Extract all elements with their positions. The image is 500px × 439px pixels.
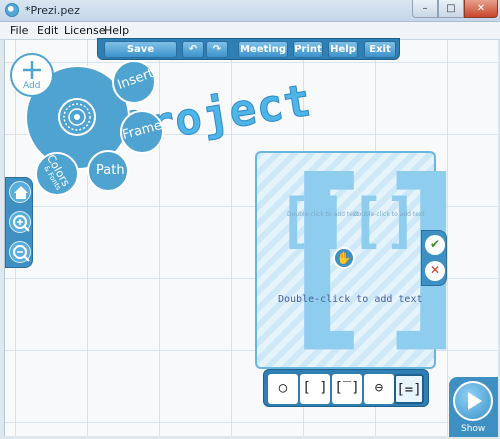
save-button[interactable]: Save xyxy=(104,41,177,58)
colors-bubble[interactable]: Colors & Fonts xyxy=(35,152,79,196)
undo-button[interactable]: ↶ xyxy=(182,41,204,58)
frame-hidden-option[interactable]: ⊖ xyxy=(364,374,394,404)
frame-bubble[interactable]: Frame xyxy=(120,110,164,154)
redo-button[interactable]: ↷ xyxy=(206,41,228,58)
zoom-in-button[interactable] xyxy=(9,211,31,233)
frame-type-selector: ○ [ ] [‾] ⊖ [=] xyxy=(263,369,429,407)
placeholder-text-left[interactable]: Double-click to add text xyxy=(287,211,359,218)
frame-titled-bracket-option[interactable]: [‾] xyxy=(332,374,362,404)
zoom-nav xyxy=(5,177,33,268)
confirm-ok-button[interactable]: ✔ xyxy=(425,235,445,255)
path-label: Path xyxy=(96,163,125,178)
insert-label: Insert xyxy=(115,66,156,93)
confirm-cancel-button[interactable]: ✕ xyxy=(425,261,445,281)
hand-icon: ✋ xyxy=(336,251,352,265)
confirm-panel: ✔ ✕ xyxy=(421,230,447,286)
home-icon xyxy=(14,186,28,199)
app-icon xyxy=(5,3,19,17)
frame-layout-option[interactable]: [=] xyxy=(394,374,424,404)
title-bar: *Prezi.pez – □ ✕ xyxy=(0,0,500,22)
window-title: *Prezi.pez xyxy=(25,4,80,17)
inner-bracket-right: ] xyxy=(383,186,420,256)
show-button[interactable] xyxy=(453,381,493,421)
menu-help[interactable]: Help xyxy=(104,24,129,37)
frame-label: Frame xyxy=(120,118,164,143)
print-button[interactable]: Print xyxy=(293,41,323,58)
play-icon xyxy=(468,392,482,410)
maximize-button[interactable]: □ xyxy=(438,0,464,18)
zoom-out-icon xyxy=(13,245,30,262)
menu-file[interactable]: File xyxy=(10,24,28,37)
frame-bracket-option[interactable]: [ ] xyxy=(300,374,330,404)
inner-bracket-left: [ xyxy=(277,186,314,256)
close-button[interactable]: ✕ xyxy=(464,0,498,18)
help-button[interactable]: Help xyxy=(328,41,358,58)
add-button[interactable]: Add xyxy=(10,53,54,97)
zoom-out-button[interactable] xyxy=(9,241,31,263)
frame-circle-option[interactable]: ○ xyxy=(268,374,298,404)
menu-edit[interactable]: Edit xyxy=(37,24,58,37)
show-label: Show xyxy=(461,424,486,434)
home-button[interactable] xyxy=(9,181,31,203)
path-bubble[interactable]: Path xyxy=(87,150,129,192)
insert-bubble[interactable]: Insert xyxy=(112,60,156,104)
exit-button[interactable]: Exit xyxy=(364,41,396,58)
add-label: Add xyxy=(23,81,41,91)
minimize-button[interactable]: – xyxy=(412,0,438,18)
menu-license[interactable]: License xyxy=(64,24,105,37)
placeholder-text-right[interactable]: Double-click to add text xyxy=(353,211,425,218)
main-toolbar: Save ↶ ↷ Meeting Print Help Exit xyxy=(97,38,400,60)
zoom-in-icon xyxy=(13,215,30,232)
hand-drag-button[interactable]: ✋ xyxy=(333,247,355,269)
frame-main-text[interactable]: Double-click to add text xyxy=(278,294,423,305)
meeting-button[interactable]: Meeting xyxy=(238,41,288,58)
inner-bracket-mid: ][ xyxy=(313,186,386,256)
